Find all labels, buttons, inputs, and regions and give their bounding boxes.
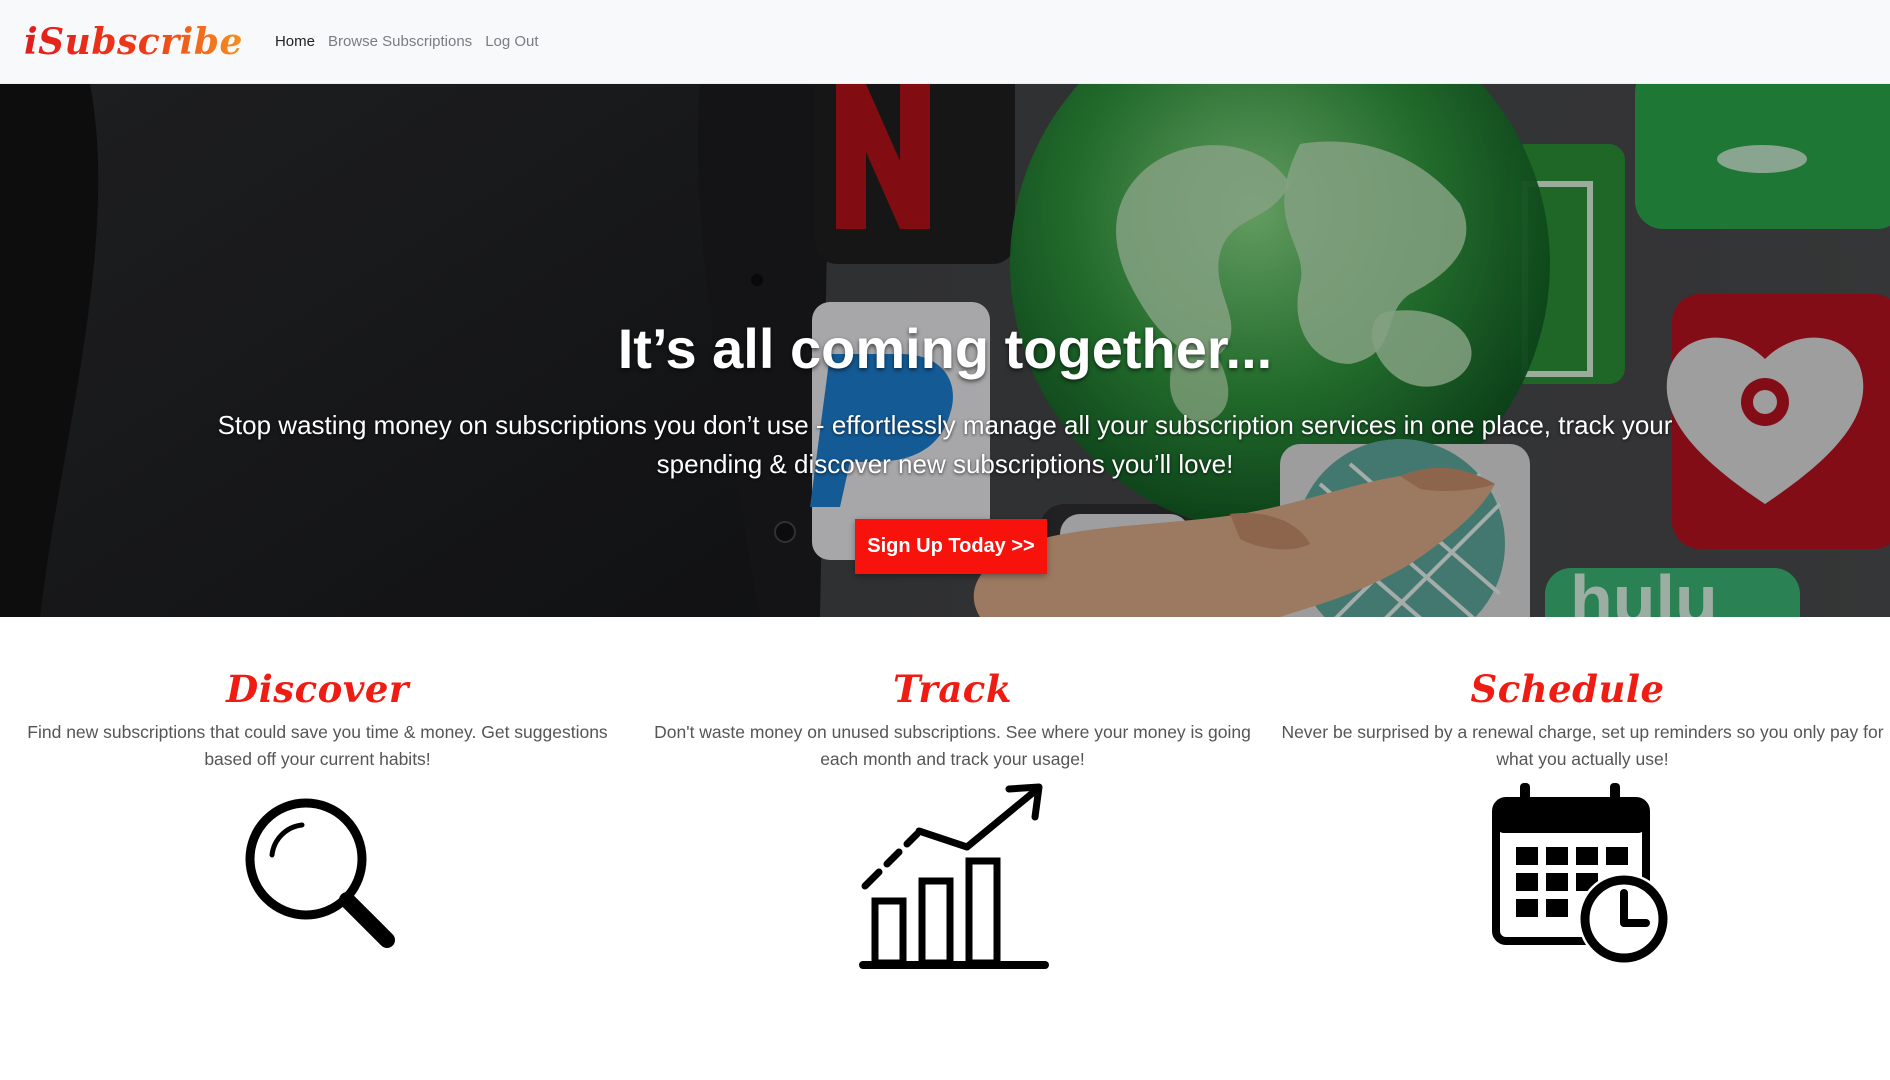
nav-link-browse-subscriptions[interactable]: Browse Subscriptions (328, 33, 472, 50)
feature-description: Don't waste money on unused subscription… (654, 722, 1251, 769)
feature-schedule: Schedule Never be surprised by a renewal… (1275, 617, 1890, 1080)
calendar-clock-icon (1492, 783, 1670, 965)
feature-title: Schedule (1470, 667, 1665, 711)
feature-discover: Discover Find new subscriptions that cou… (20, 617, 615, 1080)
feature-title: Track (893, 667, 1012, 711)
magnifying-glass-icon (245, 798, 395, 948)
hero-banner: hulu It’s all coming together... Stop wa… (0, 84, 1890, 617)
growth-chart-icon (859, 783, 1049, 969)
sign-up-button[interactable]: Sign Up Today >> (855, 519, 1047, 574)
hero-title: It’s all coming together... (617, 317, 1273, 380)
features-section: Discover Find new subscriptions that cou… (0, 617, 1890, 1080)
navbar: iSubscribe Home Browse Subscriptions Log… (0, 0, 1890, 84)
nav-link-log-out[interactable]: Log Out (485, 33, 538, 50)
feature-track: Track Don't waste money on unused subscr… (650, 617, 1255, 1080)
brand-logo[interactable]: iSubscribe (24, 21, 243, 63)
feature-description: Find new subscriptions that could save y… (27, 722, 608, 769)
nav-link-home[interactable]: Home (275, 33, 315, 50)
feature-title: Discover (226, 667, 409, 711)
hero-subtitle: Stop wasting money on subscriptions you … (217, 410, 1673, 479)
feature-description: Never be surprised by a renewal charge, … (1281, 722, 1884, 769)
